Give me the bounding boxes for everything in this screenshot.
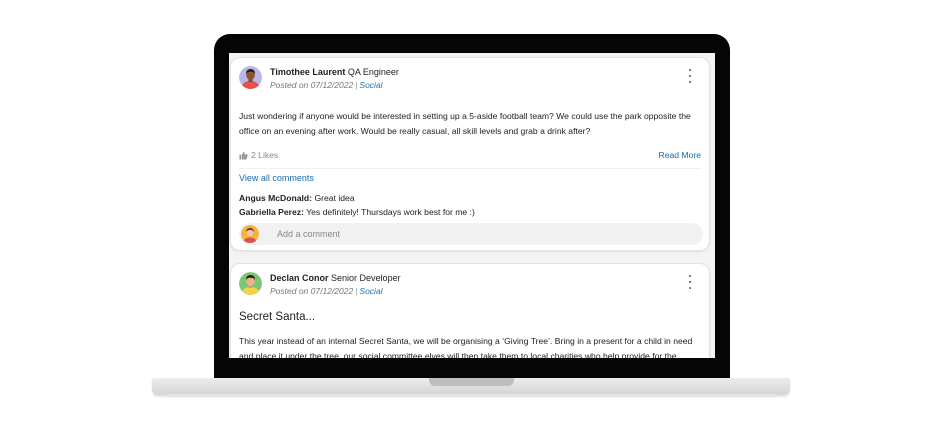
laptop-base-shadow: [166, 394, 776, 397]
comment-input[interactable]: [277, 226, 677, 242]
more-vertical-icon[interactable]: [687, 69, 693, 83]
current-user-avatar: [241, 225, 259, 243]
author-role: QA Engineer: [347, 67, 399, 77]
comment: Gabriella Perez: Yes definitely! Thursda…: [239, 207, 475, 217]
laptop-mockup: Timothee Laurent QA Engineer Posted on 0…: [0, 0, 951, 446]
comment-author[interactable]: Gabriella Perez:: [239, 207, 304, 217]
author-name[interactable]: Declan Conor: [270, 273, 329, 283]
author-name[interactable]: Timothee Laurent: [270, 67, 345, 77]
author-line: Timothee Laurent QA Engineer: [270, 67, 399, 77]
posted-date: Posted on 07/12/2022: [270, 286, 354, 296]
author-avatar[interactable]: [239, 66, 262, 89]
author-avatar[interactable]: [239, 272, 262, 295]
divider: [239, 168, 701, 169]
comment: Angus McDonald: Great idea: [239, 193, 355, 203]
comment-text: Yes definitely! Thursdays work best for …: [306, 207, 475, 217]
meta-separator: |: [355, 80, 358, 90]
category-link[interactable]: Social: [359, 286, 382, 296]
post-card: Timothee Laurent QA Engineer Posted on 0…: [230, 57, 710, 251]
read-more-link[interactable]: Read More: [658, 150, 701, 160]
post-card: Declan Conor Senior Developer Posted on …: [230, 263, 710, 358]
post-body: Just wondering if anyone would be intere…: [239, 111, 691, 136]
posted-date: Posted on 07/12/2022: [270, 80, 354, 90]
post-body: This year instead of an internal Secret …: [239, 336, 693, 358]
post-meta: Posted on 07/12/2022 | Social: [270, 80, 383, 90]
post-meta: Posted on 07/12/2022 | Social: [270, 286, 383, 296]
meta-separator: |: [355, 286, 358, 296]
laptop-notch: [429, 378, 514, 386]
comment-text: Great idea: [314, 193, 355, 203]
author-role: Senior Developer: [331, 273, 401, 283]
thumbs-up-icon: [239, 151, 248, 160]
post-title: Secret Santa...: [239, 311, 316, 323]
view-all-comments-link[interactable]: View all comments: [239, 173, 314, 183]
more-vertical-icon[interactable]: [687, 275, 693, 289]
likes-count[interactable]: 2 Likes: [239, 150, 278, 160]
author-line: Declan Conor Senior Developer: [270, 273, 401, 283]
feed-screen[interactable]: Timothee Laurent QA Engineer Posted on 0…: [229, 53, 715, 358]
comment-author[interactable]: Angus McDonald:: [239, 193, 312, 203]
category-link[interactable]: Social: [359, 80, 382, 90]
likes-label: 2 Likes: [251, 150, 279, 160]
add-comment-bar[interactable]: [239, 223, 703, 245]
